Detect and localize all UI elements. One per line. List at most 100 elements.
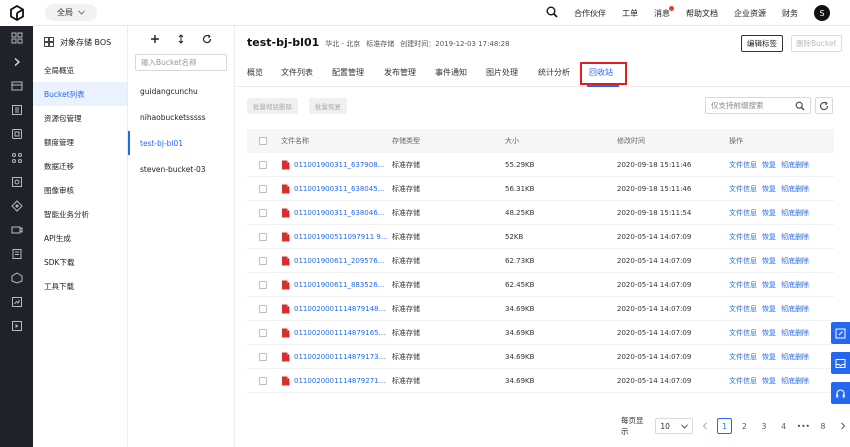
product-icon-2[interactable] <box>0 98 33 122</box>
restore-link[interactable]: 恢复 <box>762 328 776 338</box>
file-name-link[interactable]: 0110020001114879271... <box>294 377 385 385</box>
sidebar-item-resource-packs[interactable]: 资源包管理 <box>33 106 127 130</box>
file-name-link[interactable]: 0110020001114879173... <box>294 353 385 361</box>
nav-tickets[interactable]: 工单 <box>622 8 638 19</box>
file-info-link[interactable]: 文件信息 <box>729 160 757 170</box>
bucket-item-steven-bucket-03[interactable]: steven-bucket-03 <box>128 157 234 181</box>
product-icon-10[interactable] <box>0 290 33 314</box>
page-button-3[interactable]: 3 <box>757 418 772 434</box>
sidebar-item-overview[interactable]: 全局概览 <box>33 58 127 82</box>
product-icon-8[interactable] <box>0 242 33 266</box>
edit-tags-button[interactable]: 编辑标签 <box>741 35 783 52</box>
tab-statistics[interactable]: 统计分析 <box>538 67 570 78</box>
file-info-link[interactable]: 文件信息 <box>729 184 757 194</box>
row-checkbox[interactable] <box>259 256 267 265</box>
permanent-delete-link[interactable]: 彻底删除 <box>781 328 809 338</box>
restore-link[interactable]: 恢复 <box>762 160 776 170</box>
page-button-1[interactable]: 1 <box>717 418 733 434</box>
file-name-link[interactable]: 011001900511097911 9... <box>294 233 388 241</box>
row-checkbox[interactable] <box>259 232 267 241</box>
product-icon-7[interactable] <box>0 218 33 242</box>
nav-finance[interactable]: 财务 <box>782 8 798 19</box>
tab-events[interactable]: 事件通知 <box>435 67 467 78</box>
row-checkbox[interactable] <box>259 208 267 217</box>
region-select[interactable]: 全局 <box>45 4 97 21</box>
permanent-delete-link[interactable]: 彻底删除 <box>781 256 809 266</box>
page-button-2[interactable]: 2 <box>737 418 752 434</box>
file-name-link[interactable]: 0110020001114879148... <box>294 305 385 313</box>
bucket-item-test-bj-bl01[interactable]: test-bj-bl01 <box>128 131 234 155</box>
file-info-link[interactable]: 文件信息 <box>729 232 757 242</box>
tab-file-list[interactable]: 文件列表 <box>281 67 313 78</box>
search-icon[interactable] <box>546 6 558 20</box>
sidebar-item-tools[interactable]: 工具下载 <box>33 274 127 298</box>
refresh-list-icon[interactable] <box>202 34 212 46</box>
restore-link[interactable]: 恢复 <box>762 352 776 362</box>
product-icon-5[interactable] <box>0 170 33 194</box>
sidebar-item-migration[interactable]: 数据迁移 <box>33 154 127 178</box>
page-button-4[interactable]: 4 <box>776 418 791 434</box>
tab-overview[interactable]: 概览 <box>247 67 263 78</box>
permanent-delete-link[interactable]: 彻底删除 <box>781 160 809 170</box>
restore-link[interactable]: 恢复 <box>762 376 776 386</box>
restore-link[interactable]: 恢复 <box>762 256 776 266</box>
row-checkbox[interactable] <box>259 328 267 337</box>
file-info-link[interactable]: 文件信息 <box>729 304 757 314</box>
permanent-delete-link[interactable]: 彻底删除 <box>781 184 809 194</box>
page-ellipsis[interactable]: ••• <box>796 418 811 434</box>
product-icon-3[interactable] <box>0 122 33 146</box>
row-checkbox[interactable] <box>259 376 267 385</box>
nav-docs[interactable]: 帮助文档 <box>686 8 718 19</box>
row-checkbox[interactable] <box>259 280 267 289</box>
bucket-item-guidangcunchu[interactable]: guidangcunchu <box>128 79 234 103</box>
delete-bucket-button[interactable]: 删除Bucket <box>791 35 842 52</box>
batch-restore-button[interactable]: 批量恢复 <box>309 98 347 114</box>
tab-config[interactable]: 配置管理 <box>332 67 364 78</box>
permanent-delete-link[interactable]: 彻底删除 <box>781 280 809 290</box>
file-info-link[interactable]: 文件信息 <box>729 280 757 290</box>
file-name-link[interactable]: 011001900311_637908... <box>294 161 384 169</box>
nav-enterprise[interactable]: 企业资源 <box>734 8 766 19</box>
row-checkbox[interactable] <box>259 304 267 313</box>
tab-image-processing[interactable]: 图片处理 <box>486 67 518 78</box>
permanent-delete-link[interactable]: 彻底删除 <box>781 232 809 242</box>
sidebar-item-quota[interactable]: 额度管理 <box>33 130 127 154</box>
support-button[interactable] <box>831 382 850 404</box>
product-icon-4[interactable] <box>0 146 33 170</box>
sidebar-item-analytics[interactable]: 智能业务分析 <box>33 202 127 226</box>
restore-link[interactable]: 恢复 <box>762 208 776 218</box>
row-checkbox[interactable] <box>259 184 267 193</box>
file-info-link[interactable]: 文件信息 <box>729 352 757 362</box>
restore-link[interactable]: 恢复 <box>762 304 776 314</box>
file-info-link[interactable]: 文件信息 <box>729 376 757 386</box>
file-info-link[interactable]: 文件信息 <box>729 256 757 266</box>
file-name-link[interactable]: 011001900611_209576... <box>294 257 384 265</box>
sidebar-item-sdk[interactable]: SDK下载 <box>33 250 127 274</box>
product-icon-6[interactable] <box>0 194 33 218</box>
tab-publish[interactable]: 发布管理 <box>384 67 416 78</box>
prefix-search-input[interactable]: 仅支持前缀搜索 <box>705 97 811 114</box>
file-name-link[interactable]: 011001900311_638046... <box>294 209 384 217</box>
restore-link[interactable]: 恢复 <box>762 232 776 242</box>
sidebar-item-image-audit[interactable]: 图像审核 <box>33 178 127 202</box>
product-icon-1[interactable] <box>0 74 33 98</box>
refresh-button[interactable] <box>815 97 833 114</box>
add-bucket-icon[interactable] <box>150 34 160 46</box>
row-checkbox[interactable] <box>259 352 267 361</box>
permanent-delete-link[interactable]: 彻底删除 <box>781 352 809 362</box>
file-info-link[interactable]: 文件信息 <box>729 208 757 218</box>
sidebar-item-api[interactable]: API生成 <box>33 226 127 250</box>
product-icon-9[interactable] <box>0 266 33 290</box>
file-name-link[interactable]: 011001900311_638045... <box>294 185 384 193</box>
sort-icon[interactable] <box>177 34 185 46</box>
notes-button[interactable] <box>831 352 850 374</box>
bucket-search-input[interactable]: 输入Bucket名称 <box>135 54 227 71</box>
prev-page-button[interactable] <box>698 418 713 434</box>
chevron-right-icon[interactable] <box>0 50 33 74</box>
file-name-link[interactable]: 011001900611_883526... <box>294 281 384 289</box>
file-info-link[interactable]: 文件信息 <box>729 328 757 338</box>
batch-delete-button[interactable]: 批量彻底删除 <box>247 98 298 114</box>
avatar[interactable]: S <box>814 5 830 21</box>
restore-link[interactable]: 恢复 <box>762 184 776 194</box>
restore-link[interactable]: 恢复 <box>762 280 776 290</box>
